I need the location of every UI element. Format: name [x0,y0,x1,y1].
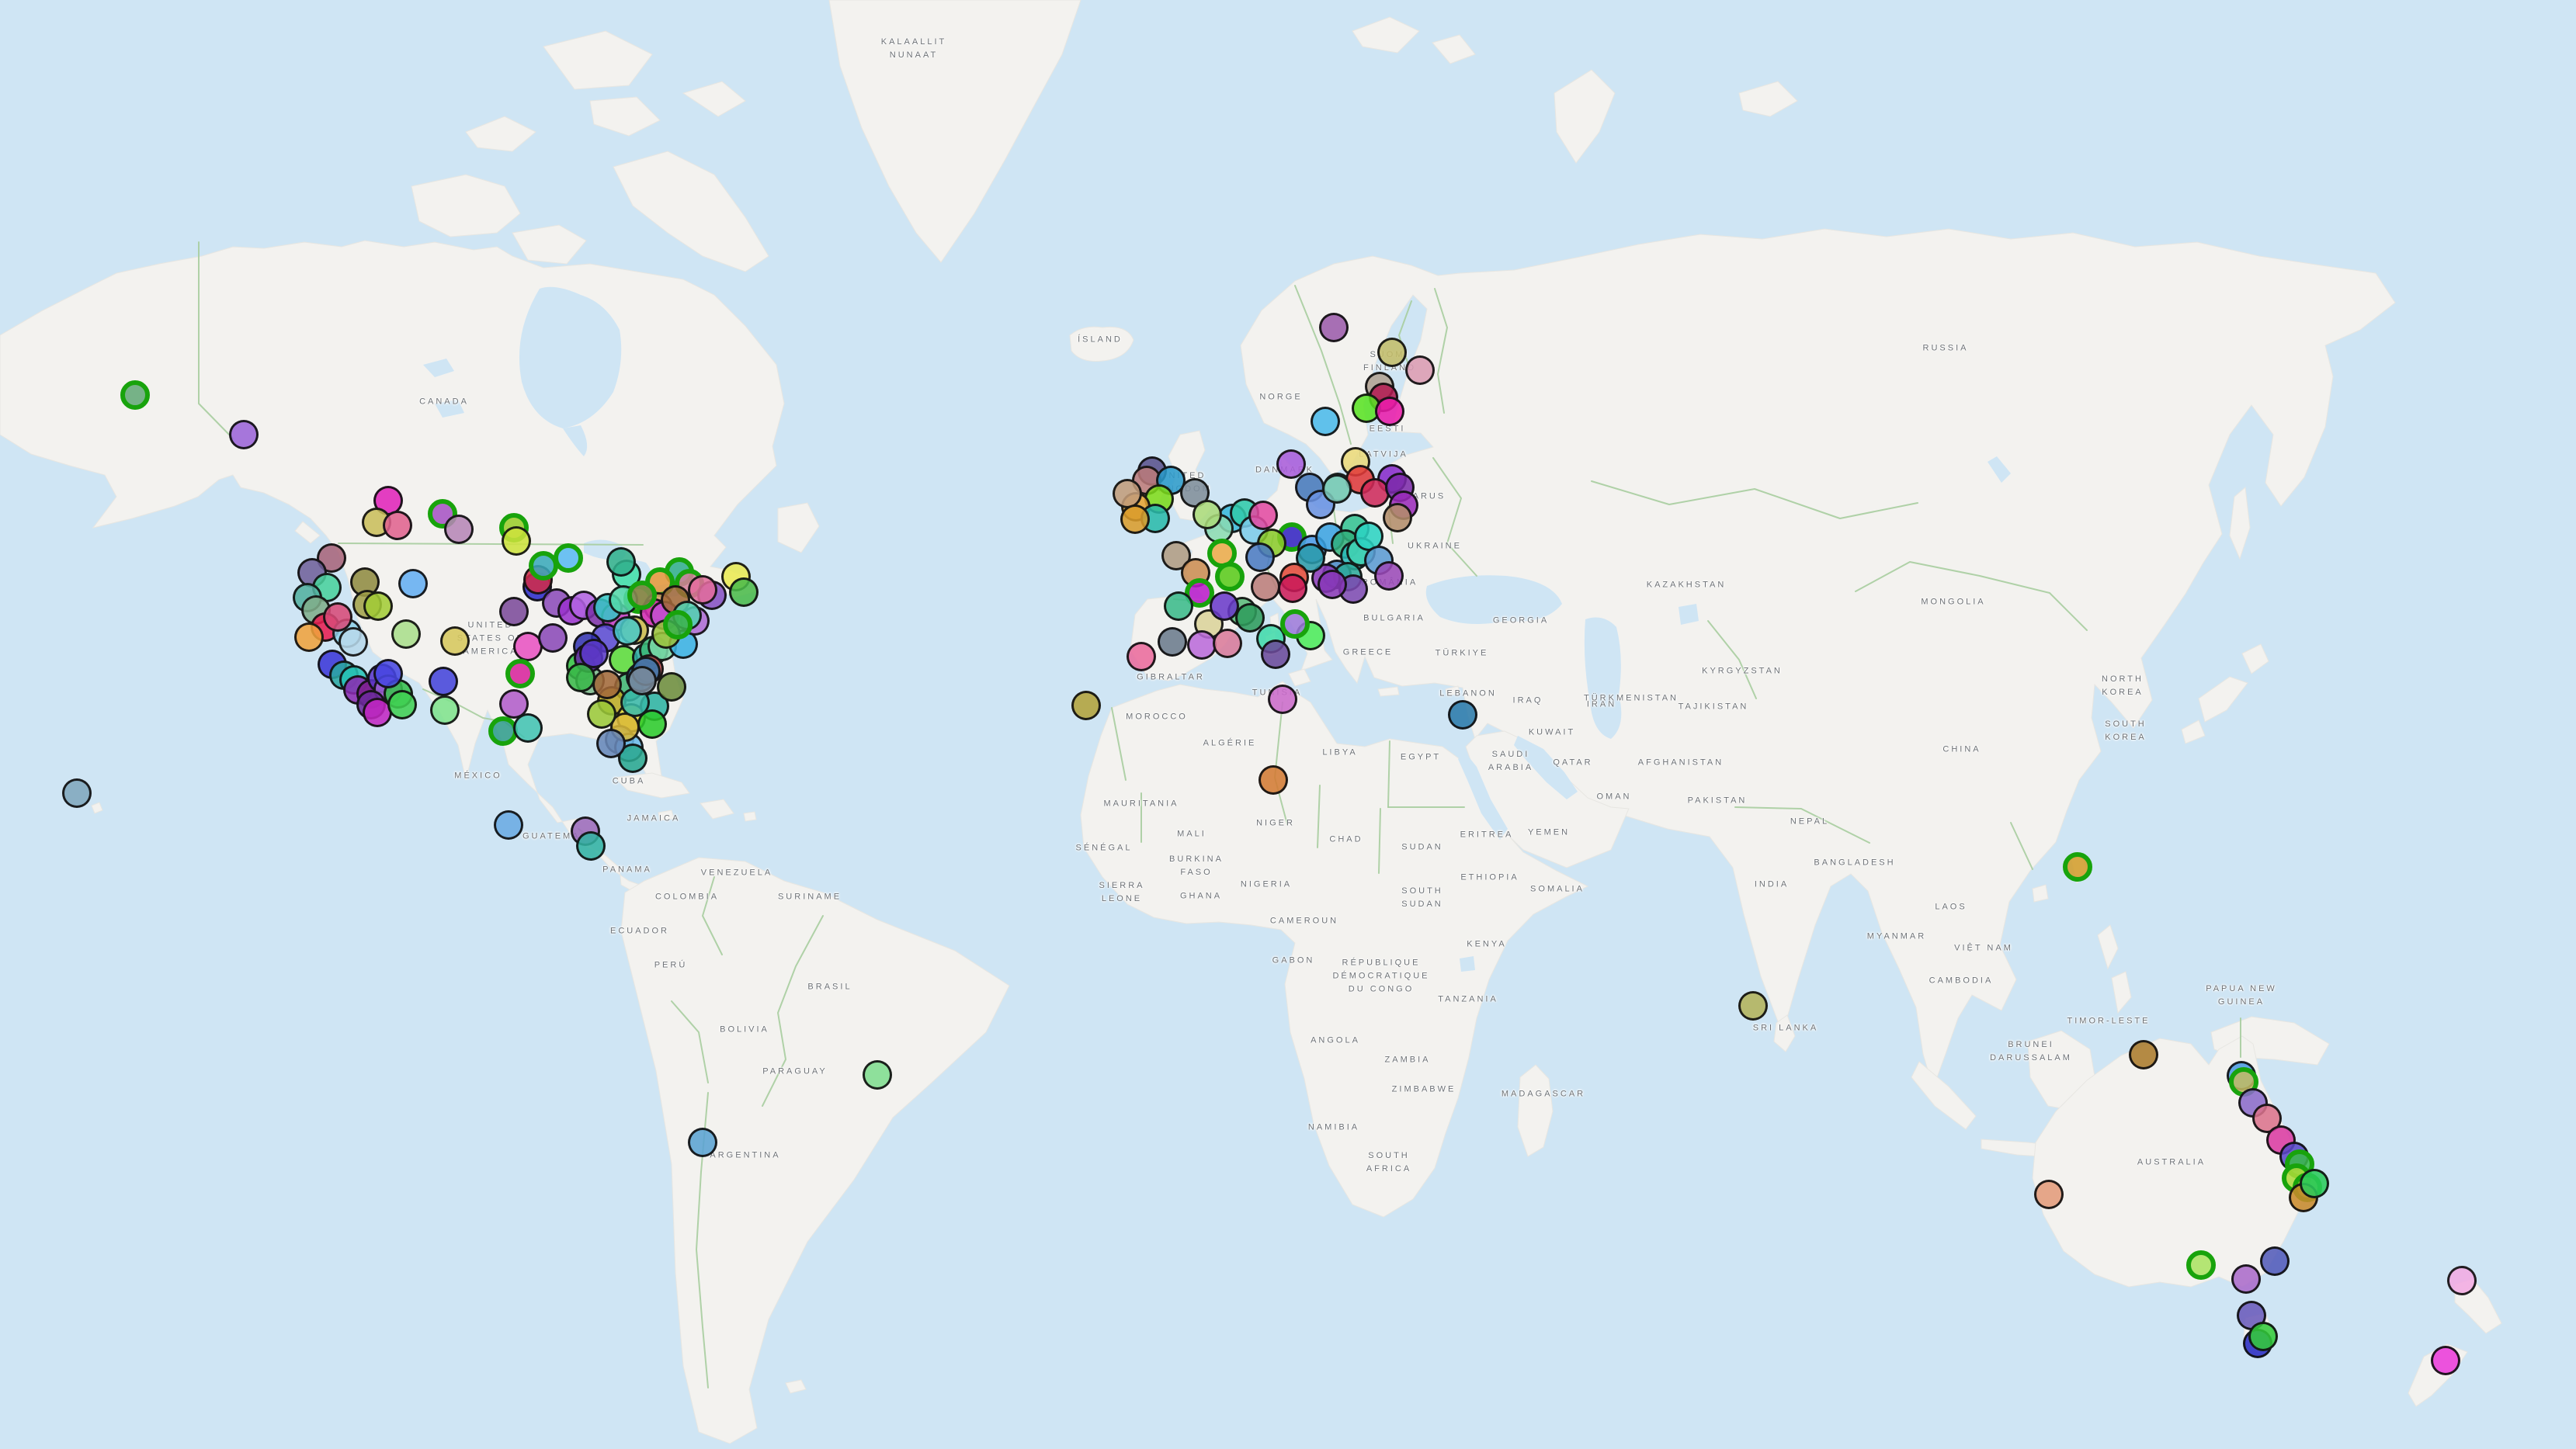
map-marker[interactable] [1213,629,1242,658]
map-marker[interactable] [688,1128,717,1157]
map-marker[interactable] [1383,503,1412,532]
map-marker[interactable] [2248,1322,2278,1351]
map-marker[interactable] [554,543,583,573]
map-marker[interactable] [1251,572,1280,601]
map-marker[interactable] [538,623,568,653]
map-marker[interactable] [592,670,622,699]
map-marker[interactable] [387,690,417,719]
map-marker[interactable] [579,639,609,668]
map-marker[interactable] [1248,501,1278,530]
map-marker[interactable] [323,602,352,632]
map-marker[interactable] [2063,852,2092,882]
map-marker[interactable] [1377,338,1407,367]
map-marker[interactable] [863,1060,892,1090]
map-marker[interactable] [688,575,717,605]
map-marker[interactable] [576,831,606,861]
map-marker[interactable] [1322,474,1352,504]
map-marker[interactable] [494,810,523,840]
map-marker[interactable] [1448,700,1477,730]
map-marker[interactable] [613,616,642,646]
map-marker[interactable] [2260,1246,2290,1276]
map-marker[interactable] [1375,397,1404,426]
map-marker[interactable] [444,515,474,544]
map-marker[interactable] [663,610,693,640]
map-marker[interactable] [1258,765,1288,795]
map-marker[interactable] [120,380,150,410]
map-marker[interactable] [729,577,759,607]
map-marker[interactable] [499,597,529,626]
map-marker[interactable] [1268,685,1297,714]
map-marker[interactable] [2300,1169,2329,1198]
map-marker[interactable] [1071,691,1101,720]
map-marker[interactable] [62,778,92,808]
map-marker[interactable] [587,699,616,729]
map-marker[interactable] [1280,609,1310,639]
map-marker[interactable] [606,547,636,577]
map-marker[interactable] [338,627,368,657]
map-marker[interactable] [229,420,259,449]
map-marker[interactable] [1215,562,1245,591]
map-marker[interactable] [391,619,421,649]
map-marker[interactable] [1158,627,1187,657]
map-marker[interactable] [1311,407,1340,436]
map-marker[interactable] [513,713,543,743]
map-marker[interactable] [1405,355,1435,385]
map-marker[interactable] [1120,504,1150,534]
map-marker[interactable] [430,695,460,725]
map-marker[interactable] [2186,1250,2216,1280]
map-marker[interactable] [383,511,412,540]
map-marker[interactable] [1738,991,1768,1021]
map-marker[interactable] [429,667,458,696]
map-marker[interactable] [2431,1346,2460,1375]
map-marker[interactable] [502,526,531,556]
map-marker[interactable] [2034,1180,2064,1209]
map-marker[interactable] [1374,561,1404,591]
map-marker[interactable] [1318,570,1347,599]
map-marker[interactable] [2447,1266,2477,1295]
map-marker[interactable] [1278,574,1307,603]
point-markers-layer [0,0,2576,1449]
map-marker[interactable] [627,581,657,610]
map-marker[interactable] [627,666,657,695]
map-marker[interactable] [440,626,470,656]
map-canvas[interactable]: KALAALLIT NUNAATCANADARUSSIAÍSLANDNORGES… [0,0,2576,1449]
map-marker[interactable] [1245,543,1275,572]
map-marker[interactable] [373,659,403,688]
map-marker[interactable] [363,591,393,621]
map-marker[interactable] [294,622,324,652]
map-marker[interactable] [1164,591,1193,621]
map-marker[interactable] [1193,500,1222,529]
map-marker[interactable] [505,659,535,688]
map-marker[interactable] [2231,1264,2261,1294]
map-marker[interactable] [1127,642,1156,671]
map-marker[interactable] [1261,640,1290,669]
map-marker[interactable] [2129,1040,2158,1069]
map-marker[interactable] [596,729,626,758]
map-marker[interactable] [398,569,428,598]
map-marker[interactable] [1319,313,1349,342]
